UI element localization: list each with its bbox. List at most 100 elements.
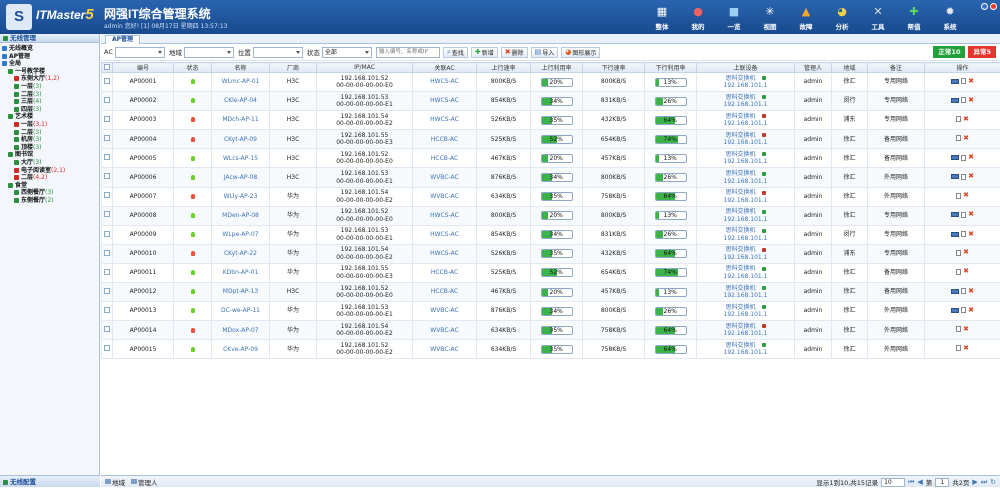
edit-icon[interactable] — [961, 307, 966, 313]
tree-node[interactable]: 一层(3) — [0, 83, 99, 91]
delete-row-icon[interactable]: ✖ — [968, 211, 974, 218]
edit-icon[interactable] — [956, 326, 961, 332]
col-header[interactable]: 厂商 — [270, 63, 317, 73]
table-row[interactable]: AP00010CKyt-AP-22华为192.168.101.5400-00-0… — [102, 244, 1000, 263]
last-page-icon[interactable]: ⏭ — [981, 478, 987, 487]
tree-node[interactable]: 一层(3,1) — [0, 121, 99, 129]
delete-row-icon[interactable]: ✖ — [968, 288, 974, 295]
col-header[interactable]: 备注 — [868, 63, 925, 73]
edit-icon[interactable] — [961, 288, 966, 294]
row-checkbox[interactable] — [104, 173, 110, 179]
col-header[interactable]: 上行速率 — [477, 63, 531, 73]
tree-node[interactable]: 东侧餐厅(2) — [0, 197, 99, 205]
first-page-icon[interactable]: ⏮ — [908, 478, 914, 487]
delete-row-icon[interactable]: ✖ — [968, 78, 974, 85]
admin-group-button[interactable]: 管理人 — [131, 477, 158, 487]
delete-button[interactable]: ✖删除 — [501, 47, 528, 58]
ac-link[interactable]: HWCS-AC — [413, 244, 477, 263]
ap-name-link[interactable]: WLly-AP-23 — [212, 187, 270, 206]
tree-node[interactable]: 二层(4,2) — [0, 174, 99, 182]
col-header[interactable]: 名称 — [212, 63, 270, 73]
row-checkbox[interactable] — [104, 135, 110, 141]
monitor-icon[interactable] — [951, 174, 959, 179]
ac-link[interactable]: WVBC-AC — [413, 321, 477, 340]
row-checkbox[interactable] — [104, 231, 110, 237]
ap-name-link[interactable]: WLmc-AP-01 — [212, 73, 270, 92]
tab-ap-management[interactable]: AP管理 — [105, 35, 140, 44]
col-header[interactable]: 操作 — [925, 63, 1000, 73]
col-header[interactable]: 编号 — [113, 63, 174, 73]
nav-item-5[interactable]: ◕分析 — [824, 0, 860, 34]
table-row[interactable]: AP00002CKle-AP-04H3C192.168.101.5300-00-… — [102, 92, 1000, 111]
row-checkbox[interactable] — [104, 250, 110, 256]
ac-link[interactable]: HWCS-AC — [413, 111, 477, 130]
chart-view-button[interactable]: ◕图形展示 — [561, 47, 600, 58]
status-select[interactable]: 全部 — [322, 47, 372, 58]
add-button[interactable]: ✚新增 — [471, 47, 498, 58]
ap-name-link[interactable]: CKve-AP-09 — [212, 340, 270, 359]
monitor-icon[interactable] — [951, 79, 959, 84]
delete-row-icon[interactable]: ✖ — [963, 326, 969, 333]
edit-icon[interactable] — [956, 116, 961, 122]
table-row[interactable]: AP00009WLpe-AP-07华为192.168.101.5300-00-0… — [102, 225, 1000, 244]
row-checkbox[interactable] — [104, 97, 110, 103]
row-checkbox[interactable] — [104, 288, 110, 294]
col-header[interactable]: 下行速率 — [583, 63, 645, 73]
uplink-device-cell[interactable]: 思科交换机192.168.101.1 — [697, 92, 795, 111]
delete-row-icon[interactable]: ✖ — [968, 307, 974, 314]
edit-icon[interactable] — [961, 155, 966, 161]
sidebar-footer-wireless-config[interactable]: 无线配置 — [0, 475, 100, 487]
table-row[interactable]: AP00011KDbn-AP-01华为192.168.101.5500-00-0… — [102, 263, 1000, 282]
monitor-icon[interactable] — [951, 155, 959, 160]
area-group-button[interactable]: 地域 — [105, 477, 125, 487]
table-row[interactable]: AP00012MDpt-AP-13H3C192.168.101.5200-00-… — [102, 283, 1000, 302]
uplink-device-cell[interactable]: 思科交换机192.168.101.1 — [697, 187, 795, 206]
delete-row-icon[interactable]: ✖ — [963, 249, 969, 256]
ap-name-link[interactable]: CKyt-AP-22 — [212, 244, 270, 263]
uplink-device-cell[interactable]: 思科交换机192.168.101.1 — [697, 225, 795, 244]
tree-node[interactable]: 无线概览 — [0, 45, 99, 53]
uplink-device-cell[interactable]: 思科交换机192.168.101.1 — [697, 321, 795, 340]
edit-icon[interactable] — [956, 345, 961, 351]
table-row[interactable]: AP00007WLly-AP-23华为192.168.101.5400-00-0… — [102, 187, 1000, 206]
location-select[interactable] — [253, 47, 303, 58]
uplink-device-cell[interactable]: 思科交换机192.168.101.1 — [697, 263, 795, 282]
ac-link[interactable]: WVBC-AC — [413, 187, 477, 206]
table-row[interactable]: AP00005WLcs-AP-15H3C192.168.101.5200-00-… — [102, 149, 1000, 168]
col-header[interactable]: 管理人 — [795, 63, 832, 73]
area-select[interactable] — [184, 47, 234, 58]
delete-row-icon[interactable]: ✖ — [968, 97, 974, 104]
col-header[interactable]: 上联设备 — [697, 63, 795, 73]
sidebar-title[interactable]: 无线管理 — [0, 34, 99, 43]
uplink-device-cell[interactable]: 思科交换机192.168.101.1 — [697, 340, 795, 359]
delete-row-icon[interactable]: ✖ — [968, 173, 974, 180]
col-header[interactable]: 关联AC — [413, 63, 477, 73]
page-size-select[interactable]: 10 — [881, 478, 905, 487]
delete-row-icon[interactable]: ✖ — [963, 268, 969, 275]
uplink-device-cell[interactable]: 思科交换机192.168.101.1 — [697, 149, 795, 168]
tree-node[interactable]: 机房(3) — [0, 136, 99, 144]
monitor-icon[interactable] — [951, 98, 959, 103]
search-input[interactable] — [376, 47, 440, 58]
row-checkbox[interactable] — [104, 326, 110, 332]
row-checkbox[interactable] — [104, 269, 110, 275]
import-button[interactable]: ▤导入 — [531, 47, 559, 58]
delete-row-icon[interactable]: ✖ — [963, 135, 969, 142]
uplink-device-cell[interactable]: 思科交换机192.168.101.1 — [697, 111, 795, 130]
col-header[interactable]: 上行利用率 — [531, 63, 583, 73]
monitor-icon[interactable] — [951, 289, 959, 294]
table-row[interactable]: AP00001WLmc-AP-01H3C192.168.101.5200-00-… — [102, 73, 1000, 92]
tree-node[interactable]: 全局 — [0, 60, 99, 68]
ac-select[interactable] — [115, 47, 165, 58]
ap-name-link[interactable]: WLpe-AP-07 — [212, 225, 270, 244]
ac-link[interactable]: HWCS-AC — [413, 73, 477, 92]
nav-item-7[interactable]: ✚帮值 — [896, 0, 932, 34]
monitor-icon[interactable] — [951, 212, 959, 217]
edit-icon[interactable] — [961, 231, 966, 237]
ac-link[interactable]: HWCS-AC — [413, 206, 477, 225]
ac-link[interactable]: HWCS-AC — [413, 225, 477, 244]
uplink-device-cell[interactable]: 思科交换机192.168.101.1 — [697, 130, 795, 149]
edit-icon[interactable] — [956, 250, 961, 256]
col-header[interactable]: 下行利用率 — [645, 63, 697, 73]
table-row[interactable]: AP00006JAcw-AP-08H3C192.168.101.5300-00-… — [102, 168, 1000, 187]
